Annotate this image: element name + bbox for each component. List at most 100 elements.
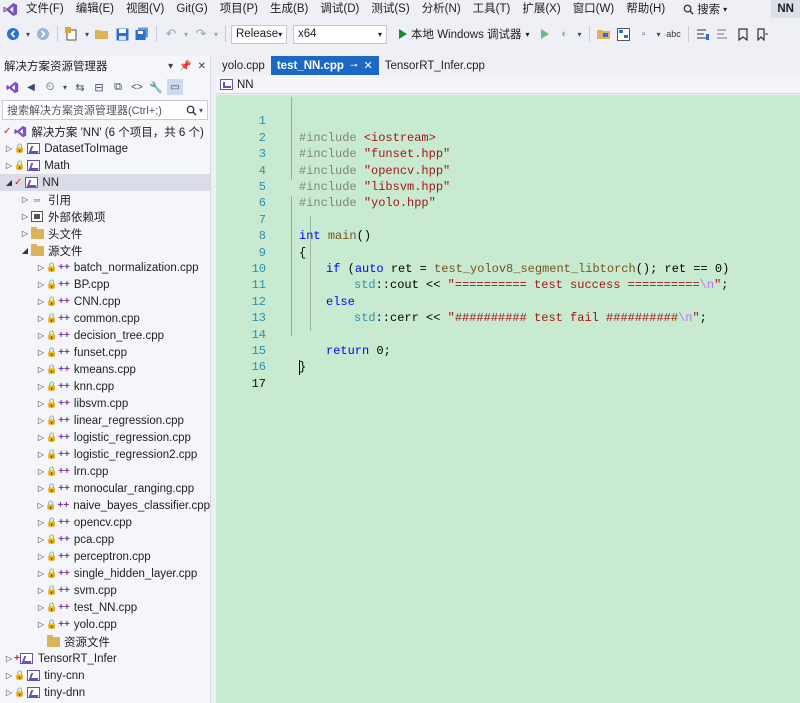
sync-icon[interactable]: ⇆ — [72, 79, 88, 95]
editor-navigation-bar[interactable]: NN — [216, 76, 800, 94]
chevron-down-icon[interactable]: ▾ — [576, 25, 584, 43]
solution-platform-select[interactable]: x64 ▾ — [293, 24, 387, 44]
expand-caret-icon[interactable]: ▷ — [36, 518, 46, 527]
chevron-down-icon[interactable]: ▾ — [83, 25, 91, 43]
nn-child-node[interactable]: ▷ ▫▫ 引用 — [0, 191, 210, 208]
nn-child-node[interactable]: ▷ 外部依赖项 — [0, 208, 210, 225]
chevron-down-icon[interactable]: ▾ — [182, 25, 190, 43]
menu-item[interactable]: 工具(T) — [467, 0, 517, 18]
expand-caret-icon[interactable]: ▷ — [36, 365, 46, 374]
chevron-down-icon[interactable]: ▾ — [655, 25, 663, 43]
project-node[interactable]: ▷ 🔒 tiny-cnn — [0, 667, 210, 684]
source-file-item[interactable]: ▷ 🔒 ++ linear_regression.cpp — [0, 412, 210, 429]
expand-caret-icon[interactable]: ▷ — [36, 535, 46, 544]
chevron-down-icon[interactable]: ▾ — [24, 25, 32, 43]
expand-caret-icon[interactable]: ▷ — [36, 620, 46, 629]
tab-file[interactable]: yolo.cpp — [216, 56, 271, 75]
solution-configuration-select[interactable]: Release ▾ — [231, 24, 287, 44]
vs-switch-views-icon[interactable] — [4, 79, 20, 95]
close-icon[interactable]: ✕ — [198, 61, 206, 72]
source-file-item[interactable]: ▷ 🔒 ++ funset.cpp — [0, 344, 210, 361]
expand-caret-icon[interactable]: ◢ — [20, 246, 30, 255]
menu-item[interactable]: 分析(N) — [416, 0, 467, 18]
solution-node[interactable]: ✓ 解决方案 'NN' (6 个项目，共 6 个) — [0, 123, 210, 140]
menu-item[interactable]: 窗口(W) — [567, 0, 621, 18]
expand-caret-icon[interactable]: ▷ — [36, 433, 46, 442]
expand-caret-icon[interactable]: ▷ — [36, 467, 46, 476]
menu-item[interactable]: 调试(D) — [314, 0, 365, 18]
nn-child-node[interactable]: ◢ 源文件 — [0, 242, 210, 259]
expand-caret-icon[interactable]: ▷ — [36, 501, 45, 510]
project-node-active[interactable]: ◢ ✓ NN — [0, 174, 210, 191]
open-folder-icon[interactable] — [93, 25, 111, 43]
show-all-files-icon[interactable]: ⧉ — [110, 79, 126, 95]
source-file-item[interactable]: ▷ 🔒 ++ opencv.cpp — [0, 514, 210, 531]
save-icon[interactable] — [113, 25, 131, 43]
chevron-down-icon[interactable]: ▾ — [61, 79, 69, 95]
expand-caret-icon[interactable]: ▷ — [4, 671, 14, 680]
source-file-item[interactable]: ▷ 🔒 ++ kmeans.cpp — [0, 361, 210, 378]
source-file-item[interactable]: ▷ 🔒 ++ svm.cpp — [0, 582, 210, 599]
source-file-item[interactable]: ▷ 🔒 ++ libsvm.cpp — [0, 395, 210, 412]
source-file-item[interactable]: ▷ 🔒 ++ lrn.cpp — [0, 463, 210, 480]
undo-icon[interactable]: ↶ — [162, 25, 180, 43]
menu-item[interactable]: 帮助(H) — [620, 0, 671, 18]
source-file-item[interactable]: ▷ 🔒 ++ decision_tree.cpp — [0, 327, 210, 344]
collapse-all-icon[interactable]: ⊟ — [91, 79, 107, 95]
expand-caret-icon[interactable]: ▷ — [4, 688, 14, 697]
expand-caret-icon[interactable]: ▷ — [36, 348, 46, 357]
nn-child-node[interactable]: ▷ 头文件 — [0, 225, 210, 242]
forward-icon[interactable] — [34, 25, 52, 43]
menu-item[interactable]: 扩展(X) — [516, 0, 566, 18]
project-node[interactable]: ▷ 🔒 tiny-dnn — [0, 684, 210, 701]
expand-caret-icon[interactable]: ▷ — [20, 195, 30, 204]
bookmark-icon[interactable] — [734, 25, 752, 43]
source-file-item[interactable]: ▷ 🔒 ++ BP.cpp — [0, 276, 210, 293]
expand-caret-icon[interactable]: ▷ — [36, 450, 46, 459]
expand-caret-icon[interactable]: ▷ — [36, 603, 46, 612]
close-icon[interactable]: ✕ — [364, 59, 373, 72]
redo-icon[interactable]: ↷ — [192, 25, 210, 43]
expand-caret-icon[interactable]: ◢ — [4, 178, 14, 187]
hot-reload-icon[interactable]: ◐ — [556, 25, 574, 43]
source-file-item[interactable]: ▷ 🔒 ++ pca.cpp — [0, 531, 210, 548]
expand-caret-icon[interactable]: ▷ — [36, 484, 46, 493]
uncomment-icon[interactable] — [714, 25, 732, 43]
expand-caret-icon[interactable]: ▷ — [36, 297, 46, 306]
start-debugging-button[interactable]: 本地 Windows 调试器 ▾ — [395, 26, 534, 42]
expand-caret-icon[interactable]: ▷ — [36, 331, 46, 340]
menu-item[interactable]: 生成(B) — [264, 0, 314, 18]
back-icon[interactable] — [4, 25, 22, 43]
visual-studio-logo-icon[interactable] — [0, 0, 20, 18]
search-menu[interactable]: 搜索 ▾ — [677, 1, 733, 17]
project-node[interactable]: ▷ 🔒 DatasetToImage — [0, 140, 210, 157]
menu-item[interactable]: 视图(V) — [120, 0, 170, 18]
expand-caret-icon[interactable]: ▷ — [36, 263, 46, 272]
expand-caret-icon[interactable]: ▷ — [36, 552, 46, 561]
pending-changes-icon[interactable]: ⏲ — [42, 79, 58, 95]
expand-caret-icon[interactable]: ▷ — [4, 654, 14, 663]
source-file-item[interactable]: ▷ 🔒 ++ common.cpp — [0, 310, 210, 327]
menu-item[interactable]: 文件(F) — [20, 0, 70, 18]
expand-caret-icon[interactable]: ▷ — [36, 314, 46, 323]
tab-active[interactable]: test_NN.cpp ⊸ ✕ — [270, 56, 379, 75]
source-file-item[interactable]: ▷ 🔒 ++ logistic_regression2.cpp — [0, 446, 210, 463]
next-bookmark-icon[interactable] — [754, 25, 772, 43]
source-file-item[interactable]: ▷ 🔒 ++ CNN.cpp — [0, 293, 210, 310]
resource-folder-node[interactable]: 资源文件 — [0, 633, 210, 650]
expand-caret-icon[interactable]: ▷ — [4, 144, 14, 153]
new-project-icon[interactable] — [63, 25, 81, 43]
menu-item[interactable]: Git(G) — [170, 0, 213, 18]
code-editor[interactable]: 1 #include <iostream> 2 #include "funset… — [216, 95, 800, 703]
toggle-layout-icon[interactable]: ▫ — [635, 25, 653, 43]
source-file-item[interactable]: ▷ 🔒 ++ naive_bayes_classifier.cpp — [0, 497, 210, 514]
project-badge[interactable]: NN — [771, 0, 800, 18]
source-file-item[interactable]: ▷ 🔒 ++ single_hidden_layer.cpp — [0, 565, 210, 582]
source-file-item[interactable]: ▷ 🔒 ++ batch_normalization.cpp — [0, 259, 210, 276]
expand-caret-icon[interactable]: ▷ — [36, 382, 46, 391]
pin-icon[interactable]: 📌 — [179, 61, 191, 72]
browser-link-icon[interactable] — [595, 25, 613, 43]
source-file-item[interactable]: ▷ 🔒 ++ logistic_regression.cpp — [0, 429, 210, 446]
save-all-icon[interactable] — [133, 25, 151, 43]
tab-file[interactable]: TensorRT_Infer.cpp — [378, 56, 491, 75]
